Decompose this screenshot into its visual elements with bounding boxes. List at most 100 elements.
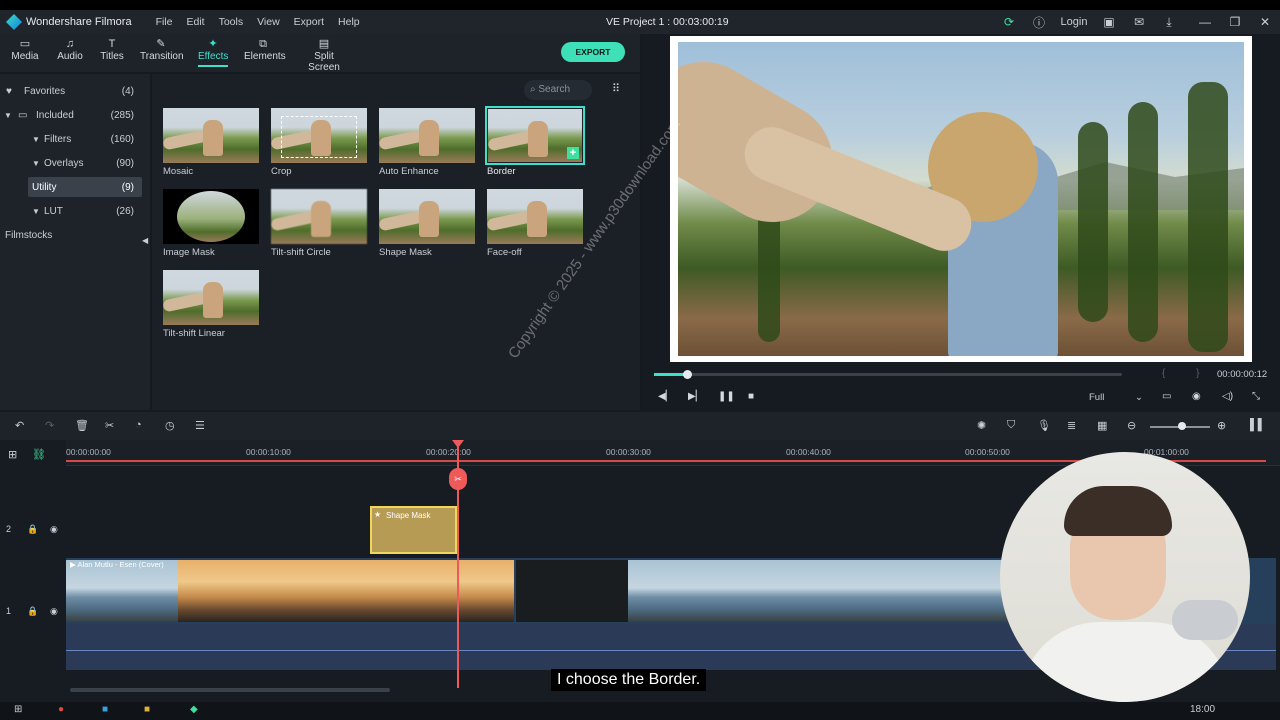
menu-view[interactable]: View [257,16,280,28]
grid-view-icon[interactable]: ⠿ [612,82,620,95]
effect-thumb-mosaic[interactable] [163,108,259,163]
color-icon[interactable]: ◔ [135,419,142,431]
mark-in-out-icon[interactable]: { } [1162,368,1213,379]
effect-thumb-face-off[interactable] [487,189,583,244]
play-icon[interactable]: ▶▏ [688,391,703,402]
menu-export[interactable]: Export [294,16,324,28]
volume-icon[interactable]: ◁) [1222,391,1233,402]
collapse-sidebar-icon[interactable]: ◀ [142,236,148,245]
zoom-in-icon[interactable]: ⊕ [1217,419,1226,432]
tab-audio[interactable]: ♫ Audio [56,37,84,62]
render-icon[interactable]: ✺ [977,419,986,432]
caret-down-icon[interactable]: ▼ [4,111,14,120]
search-input[interactable]: ⌕ Search [524,80,592,100]
zoom-out-icon[interactable]: ⊖ [1127,419,1136,432]
pause-icon[interactable]: ❚❚ [718,391,735,402]
download-icon[interactable]: ⤓ [1154,15,1184,30]
login-button[interactable]: Login [1054,16,1094,28]
tab-elements[interactable]: ⧉ Elements [244,37,286,62]
step-back-icon[interactable]: ◀▏ [658,391,673,402]
sidebar-item-filters[interactable]: ▼ Filters (160) [0,129,142,149]
subtitle-icon[interactable]: ▦ [1097,419,1107,432]
sidebar-item-lut[interactable]: ▼ LUT (26) [0,201,142,221]
display-icon[interactable]: ▭ [1162,391,1171,402]
timeline-scrollbar[interactable] [70,688,390,692]
app-icon[interactable]: ■ [102,704,108,715]
sidebar-item-utility[interactable]: Utility (9) [28,177,142,197]
ruler-tick: 00:00:40:00 [786,447,831,457]
effect-thumb-tilt-shift-circle[interactable] [271,189,367,244]
speed-icon[interactable]: ◷ [165,419,175,432]
effect-clip-shape-mask[interactable]: ★ Shape Mask [370,506,457,554]
effect-thumb-shape-mask[interactable] [379,189,475,244]
undo-icon[interactable]: ↶ [15,419,24,432]
thumb-arm [379,210,424,232]
effect-thumb-tilt-shift-linear[interactable] [163,270,259,325]
add-track-icon[interactable]: ⊞ [8,448,17,461]
microphone-icon[interactable]: 🎙 [1037,419,1051,432]
fullscreen-icon[interactable]: ⤡ [1252,391,1260,402]
preview-scrubber[interactable] [654,370,1122,379]
adjust-icon[interactable]: ☰ [195,419,205,432]
sidebar-item-included[interactable]: ▼ ▭ Included (285) [0,105,142,125]
filmora-taskbar-icon[interactable]: ◆ [190,704,198,715]
folder-icon: ▭ [19,38,31,50]
link-icon[interactable]: ⛓ [32,448,46,461]
browser-icon[interactable]: ● [58,704,64,715]
tab-effects-label: Effects [198,51,229,62]
quality-value: Full [1089,392,1105,403]
sidebar-item-overlays[interactable]: ▼ Overlays (90) [0,153,142,173]
lock-icon[interactable]: 🔒 [27,524,38,535]
add-effect-icon[interactable]: + [567,147,579,159]
cut-icon[interactable]: ✂ [105,419,114,432]
menu-edit[interactable]: Edit [186,16,204,28]
video-frame [66,560,178,622]
zoom-slider-handle[interactable] [1178,422,1186,430]
effect-thumb-auto-enhance[interactable] [379,108,475,163]
effect-thumb-image-mask[interactable] [163,189,259,244]
tab-effects[interactable]: ✦ Effects [198,37,229,67]
sidebar-item-label: Favorites [24,85,66,97]
mixer-icon[interactable]: ≣ [1067,419,1076,432]
music-note-icon: ♫ [65,38,75,50]
snapshot-icon[interactable]: ◉ [1192,391,1201,402]
redo-icon[interactable]: ↷ [45,419,54,432]
close-icon[interactable]: ✕ [1250,15,1280,29]
folder-icon[interactable]: ■ [144,704,150,715]
menu-file[interactable]: File [156,16,173,28]
mail-icon[interactable]: ✉ [1124,15,1154,29]
caret-down-icon[interactable]: ▼ [32,207,44,216]
scissor-icon[interactable]: ✂ [449,468,467,490]
eye-icon[interactable]: ◉ [50,606,58,617]
caret-down-icon[interactable]: ▼ [32,159,44,168]
save-icon[interactable]: ▣ [1094,15,1124,29]
effect-thumb-crop[interactable] [271,108,367,163]
minimize-icon[interactable]: — [1190,15,1220,29]
eye-icon[interactable]: ◉ [50,524,58,535]
video-clip-label: ▶ Alan Mutlu - Esen (Cover) [70,560,164,569]
sync-icon[interactable]: ⟳ [994,15,1024,29]
preview-scrub-handle[interactable] [683,370,692,379]
tab-split-screen[interactable]: ▤ Split Screen [299,37,349,73]
lock-icon[interactable]: 🔒 [27,606,38,617]
caret-down-icon[interactable]: ▼ [32,135,44,144]
pause-render-icon[interactable]: ▌▌ [1250,419,1266,431]
tab-titles[interactable]: T Titles [100,37,124,62]
menu-help[interactable]: Help [338,16,360,28]
sidebar-item-filmstocks[interactable]: Filmstocks [0,225,142,245]
quality-select[interactable]: Full ⌄ [1089,392,1143,403]
tab-transition[interactable]: ✎ Transition [140,37,184,62]
marker-icon[interactable]: ⛉ [1007,419,1015,432]
info-icon[interactable]: ⓘ [1024,14,1054,31]
menu-tools[interactable]: Tools [219,16,244,28]
export-button[interactable]: EXPORT [561,42,625,62]
tab-media[interactable]: ▭ Media [10,37,40,62]
stop-icon[interactable]: ■ [748,391,754,402]
sidebar-item-favorites[interactable]: ♥ Favorites (4) [0,81,142,101]
preview-video[interactable] [678,42,1244,356]
maximize-icon[interactable]: ❐ [1220,15,1250,29]
start-icon[interactable]: ⊞ [14,704,22,715]
delete-icon[interactable]: 🗑 [75,419,89,432]
ruler-tick: 00:00:00:00 [66,447,111,457]
effect-thumb-border[interactable]: + [485,106,585,165]
